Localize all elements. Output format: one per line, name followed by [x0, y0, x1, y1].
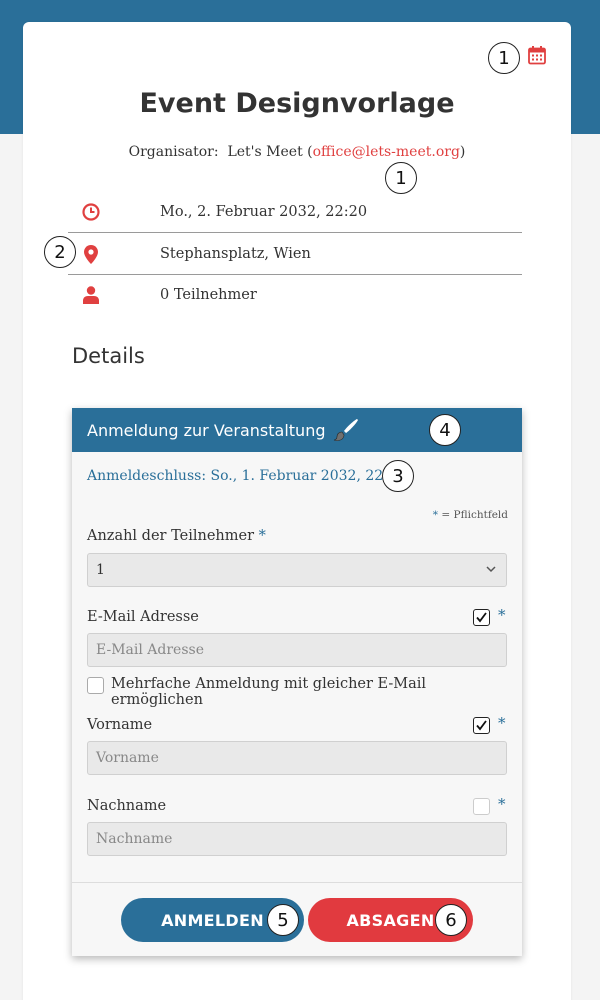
registration-panel: Anmeldung zur Veranstaltung 4 Anmeldesch…	[72, 408, 522, 956]
organizer-line: Organisator: Let's Meet (office@lets-mee…	[128, 144, 466, 160]
event-location-row: Stephansplatz, Wien	[68, 233, 522, 275]
multi-registration-checkbox[interactable]	[87, 677, 104, 694]
firstname-label: Vorname	[87, 717, 153, 733]
lastname-required-star: *	[498, 795, 506, 813]
participant-count-label: Anzahl der Teilnehmer *	[87, 528, 266, 544]
chevron-down-icon	[485, 563, 497, 579]
clock-icon	[68, 203, 114, 221]
event-title: Event Designvorlage	[139, 88, 455, 119]
annotation-badge-deadline: 3	[382, 460, 414, 492]
lastname-label: Nachname	[87, 798, 167, 814]
checkmark-icon	[476, 612, 487, 623]
email-input[interactable]: E-Mail Adresse	[87, 633, 507, 667]
participant-count-value: 1	[96, 562, 105, 578]
event-date-row: Mo., 2. Februar 2032, 22:20	[68, 191, 522, 233]
email-label: E-Mail Adresse	[87, 609, 199, 625]
firstname-input[interactable]: Vorname	[87, 741, 507, 775]
event-card: 1 Event Designvorlage Organisator: Let's…	[23, 22, 571, 1000]
calendar-icon[interactable]	[527, 45, 547, 69]
annotation-badge-calendar: 1	[488, 42, 520, 74]
event-location[interactable]: Stephansplatz, Wien	[160, 246, 311, 262]
event-participants-row: 0 Teilnehmer	[68, 274, 522, 316]
annotation-badge-email: 1	[385, 162, 417, 194]
organizer-email-link[interactable]: office@lets-meet.org	[313, 144, 460, 160]
registration-deadline: Anmeldeschluss: So., 1. Februar 2032, 22…	[87, 468, 406, 484]
panel-divider	[72, 882, 522, 883]
person-icon	[68, 286, 114, 304]
paintbrush-icon[interactable]	[333, 418, 359, 442]
lastname-required-checkbox[interactable]	[473, 798, 490, 815]
lastname-input[interactable]: Nachname	[87, 822, 507, 856]
required-field-note: * = Pflichtfeld	[432, 509, 508, 521]
email-required-checkbox[interactable]	[473, 609, 490, 626]
organizer-prefix: Organisator:	[128, 144, 219, 160]
checkmark-icon	[476, 720, 487, 731]
firstname-required-checkbox[interactable]	[473, 717, 490, 734]
registration-panel-title: Anmeldung zur Veranstaltung	[87, 420, 326, 440]
details-heading: Details	[72, 344, 145, 368]
event-date: Mo., 2. Februar 2032, 22:20	[160, 204, 368, 220]
annotation-badge-register: 5	[267, 904, 299, 936]
email-required-star: *	[498, 606, 506, 624]
participant-count-select[interactable]: 1	[87, 553, 507, 587]
multi-registration-label: Mehrfache Anmeldung mit gleicher E-Mail …	[111, 676, 427, 708]
annotation-badge-location: 2	[44, 236, 76, 268]
firstname-required-star: *	[498, 714, 506, 732]
event-participants: 0 Teilnehmer	[160, 287, 257, 303]
annotation-badge-header: 4	[429, 414, 461, 446]
annotation-badge-cancel: 6	[435, 904, 467, 936]
organizer-name: Let's Meet	[227, 144, 303, 160]
